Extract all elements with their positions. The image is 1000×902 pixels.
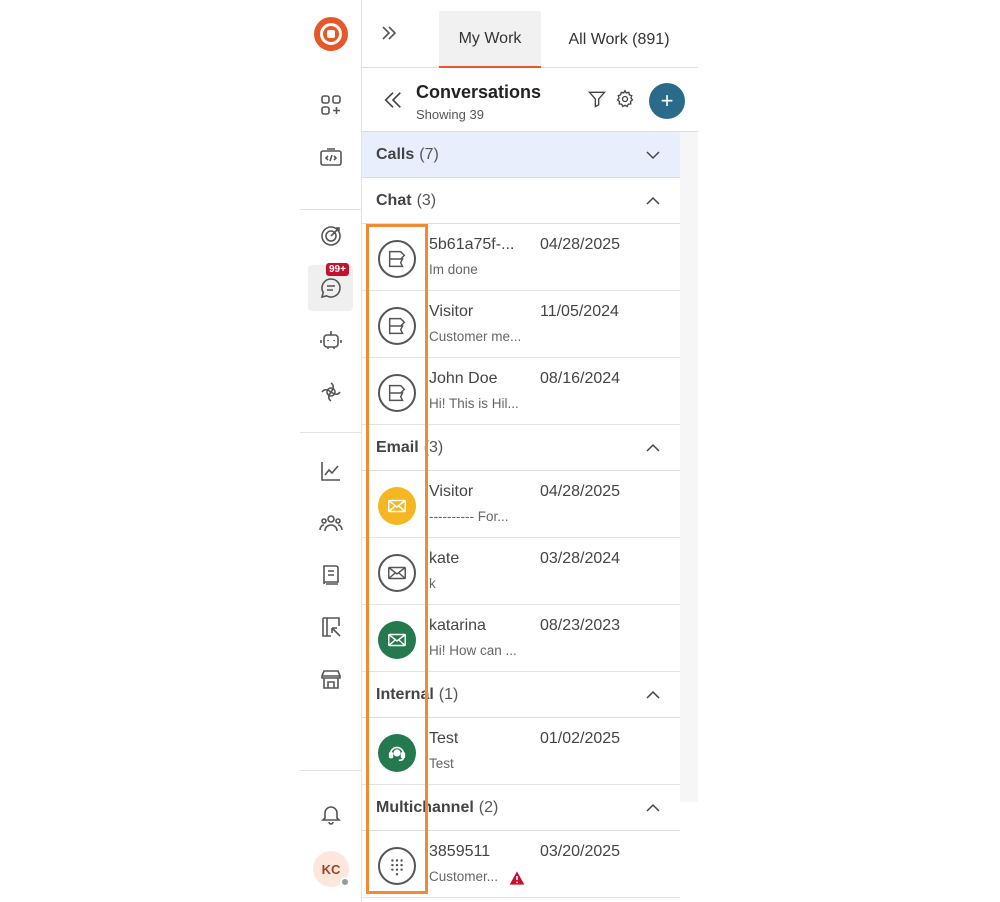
message-preview: Customer me... [429, 329, 522, 344]
rail-divider [300, 770, 362, 771]
list-item[interactable]: Visitor 04/28/2025 ---------- For... [362, 471, 680, 538]
contact-name: Visitor [429, 303, 474, 320]
filter-icon[interactable] [587, 89, 607, 109]
tab-my-work[interactable]: My Work [439, 11, 541, 68]
apps-icon[interactable] [300, 82, 362, 128]
conversation-date: 04/28/2025 [540, 236, 621, 253]
add-conversation-button[interactable]: + [649, 83, 685, 119]
section-internal[interactable]: Internal (1) [362, 672, 680, 718]
conversation-date: 03/20/2025 [540, 843, 621, 860]
target-icon[interactable] [300, 213, 362, 259]
section-count: (3) [423, 438, 444, 456]
section-count: (7) [419, 145, 439, 163]
app: 99+ KC My Work All Work (891) Conversati… [0, 0, 1000, 902]
conversation-list: Calls (7) Chat (3) 5b61a75f-... 04/28/20… [362, 132, 680, 902]
logo-icon[interactable] [312, 15, 350, 53]
section-name: Email [376, 438, 419, 456]
scrollbar[interactable] [680, 132, 698, 802]
message-preview: Customer... [429, 869, 499, 884]
message-preview: ---------- For... [429, 509, 509, 524]
routing-icon[interactable] [300, 604, 362, 650]
section-name: Calls [376, 145, 415, 163]
list-item[interactable]: 5b61a75f-... 04/28/2025 Im done [362, 224, 680, 291]
tab-all-work[interactable]: All Work (891) [558, 11, 680, 68]
chevron-up-icon[interactable] [644, 439, 662, 457]
list-item[interactable]: John Doe 08/16/2024 Hi! This is Hil... [362, 358, 680, 425]
contact-name: 5b61a75f-... [429, 236, 515, 253]
section-multichannel[interactable]: Multichannel (2) [362, 785, 680, 831]
bell-icon[interactable] [300, 791, 362, 837]
chat-bubble-icon [378, 307, 416, 345]
rail-divider [300, 432, 362, 433]
section-chat[interactable]: Chat (3) [362, 178, 680, 224]
conversation-date: 01/02/2025 [540, 730, 621, 747]
page-title: Conversations [416, 82, 542, 102]
chevron-up-icon[interactable] [644, 686, 662, 704]
section-name: Chat [376, 191, 412, 209]
section-name: Multichannel [376, 798, 474, 816]
chat-bubble-icon [378, 240, 416, 278]
list-item[interactable]: Visitor 11/05/2024 Customer me... [362, 291, 680, 358]
contact-name: John Doe [429, 370, 498, 387]
gear-icon[interactable] [615, 89, 635, 109]
collapse-icon[interactable] [382, 89, 404, 111]
envelope-icon [378, 487, 416, 525]
conversation-date: 04/28/2025 [540, 483, 621, 500]
work-tabs-bar: My Work All Work (891) [362, 0, 698, 68]
section-count: (2) [478, 798, 499, 816]
rail-divider [300, 209, 362, 210]
presence-indicator [340, 877, 350, 887]
conversation-count: Showing 39 [416, 107, 484, 122]
message-preview: Im done [429, 262, 478, 277]
section-email[interactable]: Email (3) [362, 425, 680, 471]
section-count: (3) [416, 191, 437, 209]
dialpad-icon [378, 847, 416, 885]
conversations-header: Conversations Showing 39 + [362, 69, 698, 132]
section-calls[interactable]: Calls (7) [362, 132, 680, 178]
chevron-up-icon[interactable] [644, 799, 662, 817]
store-icon[interactable] [300, 656, 362, 702]
conversation-date: 03/28/2024 [540, 550, 621, 567]
bot-icon[interactable] [300, 317, 362, 363]
conversation-date: 11/05/2024 [540, 303, 619, 320]
chevron-up-icon[interactable] [644, 192, 662, 210]
section-name: Internal [376, 685, 434, 703]
message-preview: Hi! How can ... [429, 643, 517, 658]
analytics-icon[interactable] [300, 448, 362, 494]
message-preview: Test [429, 756, 454, 771]
code-icon[interactable] [300, 134, 362, 180]
list-item[interactable]: kate 03/28/2024 k [362, 538, 680, 605]
list-item[interactable]: Test 01/02/2025 Test [362, 718, 680, 785]
contact-name: Visitor [429, 483, 474, 500]
contact-name: 3859511 [429, 843, 491, 860]
envelope-icon [378, 554, 416, 592]
list-item[interactable]: katarina 08/23/2023 Hi! How can ... [362, 605, 680, 672]
conversation-date: 08/16/2024 [540, 370, 621, 387]
conversation-date: 08/23/2023 [540, 617, 621, 634]
expand-icon[interactable] [377, 21, 401, 45]
contact-name: kate [429, 550, 460, 567]
knowledge-icon[interactable] [300, 552, 362, 598]
envelope-icon [378, 621, 416, 659]
headset-icon [378, 734, 416, 772]
chevron-down-icon[interactable] [644, 146, 662, 164]
section-count: (1) [438, 685, 459, 703]
notification-badge: 99+ [326, 263, 349, 276]
list-item[interactable]: 3859511 03/20/2025 Customer... [362, 831, 680, 898]
contact-name: katarina [429, 617, 486, 634]
warning-icon [509, 871, 525, 885]
team-icon[interactable] [300, 500, 362, 546]
ai-icon[interactable] [300, 369, 362, 415]
message-preview: k [429, 576, 436, 591]
chat-bubble-icon [378, 374, 416, 412]
message-preview: Hi! This is Hil... [429, 396, 519, 411]
contact-name: Test [429, 730, 459, 747]
